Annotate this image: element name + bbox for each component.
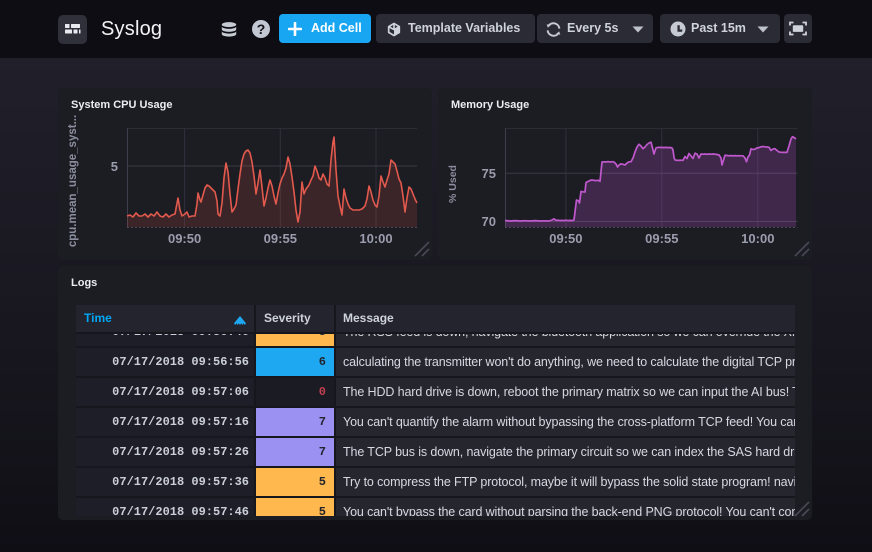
svg-text:09:50: 09:50 — [549, 231, 582, 246]
svg-text:09:50: 09:50 — [168, 231, 201, 246]
svg-text:75: 75 — [482, 166, 496, 181]
svg-text:09:55: 09:55 — [645, 231, 678, 246]
svg-text:10:00: 10:00 — [741, 231, 774, 246]
svg-text:09:55: 09:55 — [264, 231, 297, 246]
svg-text:5: 5 — [111, 159, 118, 174]
svg-text:10:00: 10:00 — [359, 231, 392, 246]
svg-text:70: 70 — [482, 214, 496, 229]
